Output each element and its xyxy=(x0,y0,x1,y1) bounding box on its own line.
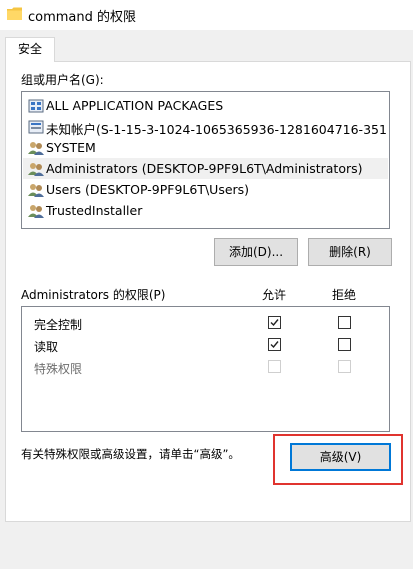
add-button[interactable]: 添加(D)... xyxy=(214,238,298,266)
list-item[interactable]: 未知帐户(S-1-15-3-1024-1065365936-1281604716… xyxy=(23,116,388,137)
deny-checkbox[interactable] xyxy=(338,338,351,351)
permission-name: 完全控制 xyxy=(34,318,83,332)
allow-checkbox xyxy=(268,360,281,373)
permission-row: 完全控制 xyxy=(22,313,387,335)
permission-name: 特殊权限 xyxy=(34,362,83,376)
permission-name: 读取 xyxy=(34,340,59,354)
user-label: Administrators (DESKTOP-9PF9L6T\Administ… xyxy=(46,161,363,176)
allow-header: 允许 xyxy=(262,288,287,302)
users-section-label: 组或用户名(G): xyxy=(21,73,104,87)
permissions-label: Administrators 的权限(P) xyxy=(21,288,166,302)
permission-row: 特殊权限 xyxy=(22,357,387,379)
deny-checkbox xyxy=(338,360,351,373)
package-group-icon xyxy=(28,99,44,113)
users-icon xyxy=(28,142,44,155)
title-bar: command 的权限 xyxy=(0,0,413,30)
list-item[interactable]: Users (DESKTOP-9PF9L6T\Users) xyxy=(23,179,388,200)
users-icon xyxy=(28,184,44,197)
list-item[interactable]: SYSTEM xyxy=(23,137,388,158)
advanced-button[interactable]: 高级(V) xyxy=(290,443,391,471)
unknown-account-icon xyxy=(28,120,44,134)
list-item[interactable]: TrustedInstaller xyxy=(23,200,388,221)
user-label: ALL APPLICATION PACKAGES xyxy=(46,98,224,113)
advanced-hint-text: 有关特殊权限或高级设置，请单击“高级”。 xyxy=(21,447,240,461)
users-icon xyxy=(28,205,44,218)
user-label: TrustedInstaller xyxy=(46,203,143,218)
permission-row: 读取 xyxy=(22,335,387,357)
deny-header: 拒绝 xyxy=(332,288,357,302)
user-label: 未知帐户(S-1-15-3-1024-1065365936-1281604716… xyxy=(46,122,388,137)
users-icon xyxy=(28,163,44,176)
allow-checkbox[interactable] xyxy=(268,338,281,351)
tab-security[interactable]: 安全 xyxy=(5,37,55,62)
window-title: command 的权限 xyxy=(28,10,137,25)
folder-icon xyxy=(7,7,22,20)
allow-checkbox[interactable] xyxy=(268,316,281,329)
user-label: Users (DESKTOP-9PF9L6T\Users) xyxy=(46,182,250,197)
user-label: SYSTEM xyxy=(46,140,96,155)
deny-checkbox[interactable] xyxy=(338,316,351,329)
list-item[interactable]: ALL APPLICATION PACKAGES xyxy=(23,95,388,116)
remove-button[interactable]: 删除(R) xyxy=(308,238,392,266)
user-list[interactable]: ALL APPLICATION PACKAGES 未知帐户(S-1-15-3-1… xyxy=(21,91,390,229)
list-item[interactable]: Administrators (DESKTOP-9PF9L6T\Administ… xyxy=(23,158,388,179)
permissions-list: 完全控制 读取 特殊权限 xyxy=(21,306,390,432)
